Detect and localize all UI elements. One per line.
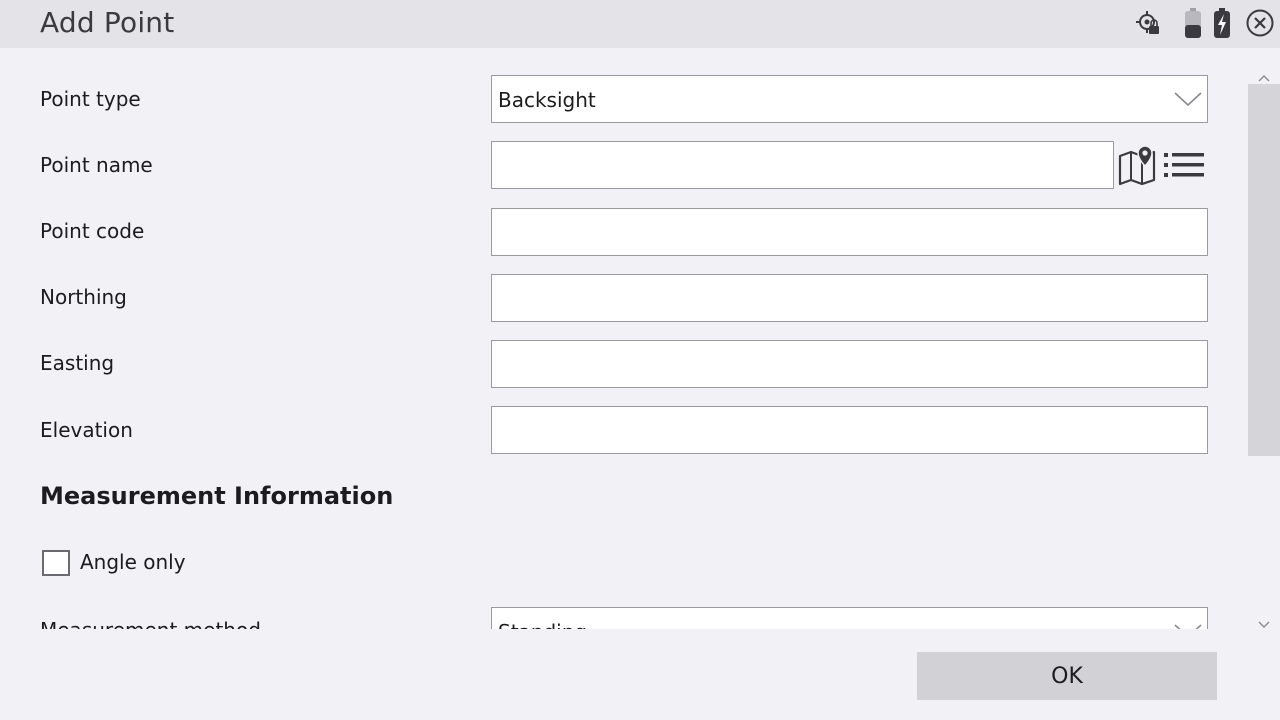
easting-label: Easting xyxy=(40,351,115,375)
elevation-label: Elevation xyxy=(40,418,133,442)
point-type-value: Backsight xyxy=(498,88,596,112)
point-name-label: Point name xyxy=(40,153,153,177)
form-content: Point type Backsight Point name Point co… xyxy=(0,48,1280,629)
footer: OK xyxy=(0,629,1280,720)
close-icon[interactable] xyxy=(1245,6,1275,40)
measurement-method-value: Standing xyxy=(498,620,587,629)
measurement-method-select[interactable]: Standing xyxy=(491,607,1208,629)
point-type-select[interactable]: Backsight xyxy=(491,75,1208,123)
easting-input[interactable] xyxy=(491,340,1208,388)
measurement-info-heading: Measurement Information xyxy=(40,482,394,510)
map-pin-icon[interactable] xyxy=(1118,144,1158,190)
chevron-down-icon xyxy=(1173,88,1203,114)
battery-low-icon[interactable] xyxy=(1184,6,1202,40)
point-name-input[interactable] xyxy=(491,141,1114,189)
point-code-label: Point code xyxy=(40,219,145,243)
point-code-input[interactable] xyxy=(491,208,1208,256)
northing-input[interactable] xyxy=(491,274,1208,322)
chevron-down-icon xyxy=(1173,620,1203,629)
northing-label: Northing xyxy=(40,285,127,309)
list-icon[interactable] xyxy=(1163,150,1205,184)
measurement-method-label: Measurement method xyxy=(40,618,261,629)
angle-only-label: Angle only xyxy=(80,550,186,574)
window-title: Add Point xyxy=(40,6,175,39)
ok-button[interactable]: OK xyxy=(917,652,1217,700)
scrollbar[interactable] xyxy=(1248,68,1280,629)
battery-charging-icon[interactable] xyxy=(1213,6,1231,40)
angle-only-checkbox[interactable] xyxy=(42,550,70,576)
elevation-input[interactable] xyxy=(491,406,1208,454)
point-type-label: Point type xyxy=(40,87,141,111)
title-bar: Add Point xyxy=(0,0,1280,48)
gps-locked-icon[interactable] xyxy=(1134,6,1162,40)
scrollbar-thumb[interactable] xyxy=(1248,84,1280,456)
